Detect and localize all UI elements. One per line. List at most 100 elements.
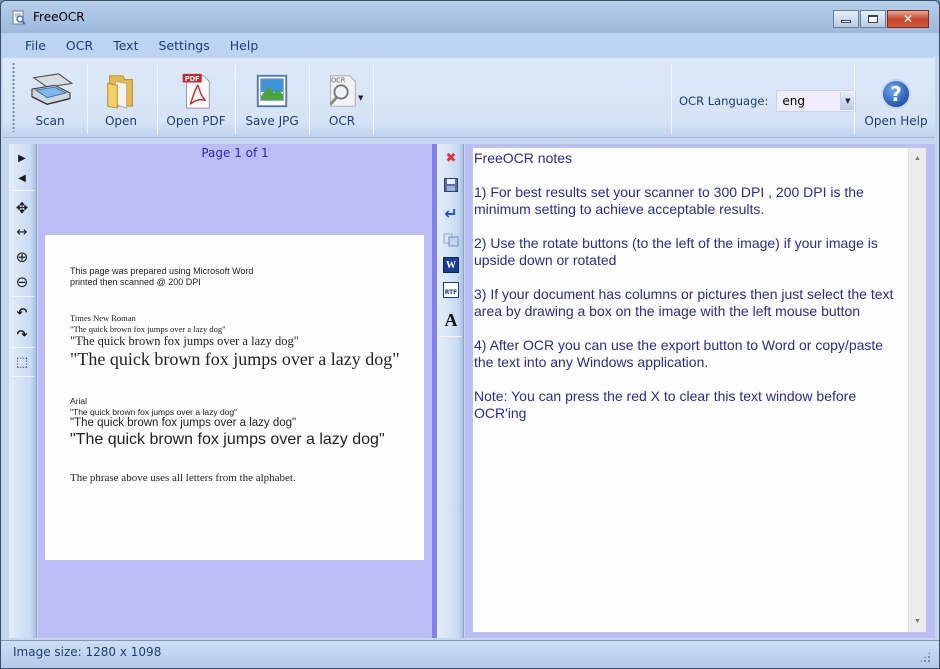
text-paragraph: 3) If your document has columns or pictu… [474,286,898,319]
scan-times-small: "The quick brown fox jumps over a lazy d… [70,324,226,334]
word-icon: W [443,257,459,273]
save-jpg-button[interactable]: Save JPG [241,64,303,134]
open-pdf-label: Open PDF [166,114,226,128]
copy-icon [443,233,459,247]
svg-text:PDF: PDF [185,75,200,83]
toolstrip-separator [12,376,34,377]
text-paragraph: 4) After OCR you can use the export butt… [474,337,887,370]
clear-x-icon: ✖ [445,150,457,166]
toolstrip-separator [440,336,462,337]
scanned-page-image[interactable]: This page was prepared using Microsoft W… [45,235,424,560]
scan-button[interactable]: Scan [19,64,81,134]
image-icon [256,74,288,108]
select-area-button[interactable]: ⬚ [11,352,33,372]
menu-help[interactable]: Help [220,38,269,53]
previous-page-button[interactable]: ◀ [11,168,33,188]
menu-bar: File OCR Text Settings Help [1,33,939,57]
open-help-label: Open Help [864,114,928,128]
text-toolstrip: ✖ ↵ W RTF A [437,144,464,638]
scan-intro-line2: printed then scanned @ 200 DPI [70,277,201,287]
selection-rectangle-icon: ⬚ [15,354,29,370]
close-button[interactable]: ✕ [887,10,929,28]
pdf-icon: PDF [182,73,210,109]
save-jpg-label: Save JPG [245,114,299,128]
scan-label: Scan [35,114,65,128]
export-word-button[interactable]: W [440,254,462,276]
ocr-language-select[interactable]: eng ▼ [776,90,857,112]
open-button[interactable]: Open [93,64,149,134]
ocr-magnifier-icon: OCR [329,75,356,107]
menu-text[interactable]: Text [103,38,148,53]
toolbar-separator [87,64,88,134]
open-label: Open [104,114,138,128]
scroll-up-icon[interactable]: ▲ [909,150,926,167]
zoom-out-icon: ⊖ [15,273,29,291]
status-bar: Image size: 1280 x 1098 [1,640,939,668]
text-paragraph: Note: You can press the red X to clear t… [474,388,860,421]
rotate-right-button[interactable]: ↷ [11,325,33,345]
pan-button[interactable]: ✥ [11,198,33,218]
rotate-right-icon: ↷ [16,327,28,343]
menu-settings[interactable]: Settings [148,38,219,53]
image-pane[interactable]: Page 1 of 1 This page was prepared using… [38,144,432,638]
rtf-icon: RTF [443,282,459,298]
toolbar-separator [671,64,672,134]
ocr-text-area[interactable]: FreeOCR notes 1) For best results set yo… [472,147,927,633]
vertical-scrollbar[interactable]: ▲ ▼ [908,148,926,632]
scan-arial-medium: "The quick brown fox jumps over a lazy d… [70,417,297,429]
fit-width-button[interactable]: ↔ [11,222,33,242]
app-window: FreeOCR ✕ File OCR Text Settings Help Sc… [0,0,940,669]
toolbar-grip[interactable] [12,62,15,132]
ocr-language-label: OCR Language: [679,94,769,108]
toolbar-separator [854,64,855,134]
save-disk-icon [444,178,458,192]
scan-times-medium: "The quick brown fox jumps over a lazy d… [70,334,299,348]
window-title: FreeOCR [33,10,85,24]
scan-arial-small: "The quick brown fox jumps over a lazy d… [70,407,238,417]
menu-file[interactable]: File [15,38,56,53]
minimize-button[interactable] [833,10,859,28]
open-help-button[interactable]: ? Open Help [861,64,931,134]
play-icon: ▶ [18,152,26,164]
resize-grip-icon[interactable] [919,651,931,663]
maximize-button[interactable] [860,10,886,28]
scroll-down-icon[interactable]: ▼ [909,613,926,630]
zoom-in-button[interactable]: ⊕ [11,247,33,267]
fit-width-icon: ↔ [16,224,28,240]
maximize-icon [868,15,878,23]
ocr-language-group: OCR Language: eng ▼ [679,90,857,112]
scanner-icon [31,73,74,106]
zoom-out-button[interactable]: ⊖ [11,272,33,292]
toolbar-separator [157,64,158,134]
svg-text:?: ? [890,82,902,106]
scan-arial-large: "The quick brown fox jumps over a lazy d… [70,431,385,448]
insert-line-button[interactable]: ↵ [440,202,462,224]
open-pdf-button[interactable]: PDF Open PDF [161,64,231,134]
text-paragraph: 2) Use the rotate buttons (to the left o… [474,235,882,268]
export-rtf-button[interactable]: RTF [440,279,462,301]
rotate-left-button[interactable]: ↶ [11,303,33,323]
toolbar: Scan Open PDF Open PDF Save JPG OCR OCR … [3,58,935,138]
scan-footer: The phrase above uses all letters from t… [70,472,296,484]
title-bar[interactable]: FreeOCR ✕ [1,1,939,33]
toolstrip-separator [12,347,34,348]
next-page-button[interactable]: ▶ [11,148,33,168]
font-button[interactable]: A [440,309,462,331]
chevron-down-icon: ▼ [840,92,855,110]
save-text-button[interactable] [440,174,462,196]
text-paragraph: 1) For best results set your scanner to … [474,184,868,217]
clear-text-button[interactable]: ✖ [440,147,462,169]
copy-button[interactable] [440,229,462,251]
svg-text:OCR: OCR [331,76,346,84]
folder-icon [107,75,133,109]
scan-intro-line1: This page was prepared using Microsoft W… [70,266,254,276]
back-icon: ◀ [18,172,26,184]
ocr-dropdown-arrow-icon[interactable]: ▼ [358,94,363,102]
menu-ocr[interactable]: OCR [56,38,103,53]
enter-arrow-icon: ↵ [444,203,458,223]
toolstrip-separator [12,296,34,297]
zoom-in-icon: ⊕ [15,248,29,266]
app-icon [12,10,26,25]
page-indicator: Page 1 of 1 [201,146,269,160]
image-size-status: Image size: 1280 x 1098 [13,645,162,659]
